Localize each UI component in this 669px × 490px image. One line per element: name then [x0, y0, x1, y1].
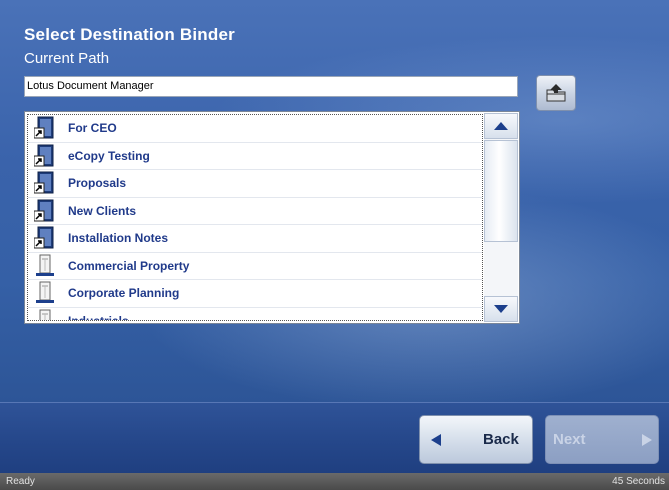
binder-shortcut-icon: [33, 171, 56, 195]
list-item-label: Corporate Planning: [68, 286, 180, 301]
list-item[interactable]: Installation Notes: [28, 225, 482, 253]
list-item-label: Installation Notes: [68, 231, 169, 246]
page-title: Select Destination Binder: [24, 25, 235, 44]
status-text: Ready: [6, 476, 35, 487]
binder-list[interactable]: For CEO eCopy Testing Proposals New Clients…: [24, 111, 520, 324]
scroll-thumb[interactable]: [484, 140, 518, 242]
folder-up-button[interactable]: [536, 75, 576, 111]
folder-up-icon: [546, 84, 566, 102]
list-item-label: eCopy Testing: [68, 148, 150, 163]
current-path-label: Current Path: [24, 50, 110, 67]
arrow-right-icon: [641, 433, 652, 446]
arrow-left-icon: [431, 433, 441, 446]
binder-icon: [34, 281, 56, 305]
list-item-label: Commercial Property: [68, 258, 190, 273]
list-item-label: Industrials: [68, 313, 129, 321]
list-item[interactable]: eCopy Testing: [28, 143, 482, 170]
binder-icon: [34, 254, 56, 278]
triangle-down-icon: [494, 305, 508, 313]
list-item[interactable]: For CEO: [28, 115, 482, 143]
list-item-label: Proposals: [68, 176, 127, 191]
triangle-up-icon: [494, 122, 508, 130]
status-bar: Ready 45 Seconds: [0, 473, 669, 490]
next-button[interactable]: Next: [545, 415, 659, 464]
binder-shortcut-icon: [33, 116, 56, 140]
binder-shortcut-icon: [33, 226, 56, 250]
binder-icon: [34, 309, 56, 320]
list-scrollbar[interactable]: [484, 113, 518, 322]
navigation-bar: Back Next: [0, 402, 669, 474]
binder-shortcut-icon: [33, 144, 56, 168]
scroll-up-button[interactable]: [484, 113, 518, 139]
back-label: Back: [483, 431, 519, 448]
next-label: Next: [553, 431, 586, 448]
binder-list-items: For CEO eCopy Testing Proposals New Clients…: [27, 114, 483, 321]
list-item[interactable]: New Clients: [28, 198, 482, 225]
list-item[interactable]: Proposals: [28, 170, 482, 198]
main-panel: Select Destination Binder Current Path L…: [0, 0, 669, 402]
back-button[interactable]: Back: [419, 415, 533, 464]
list-item[interactable]: Commercial Property: [28, 253, 482, 280]
list-item[interactable]: Industrials: [28, 308, 482, 321]
binder-shortcut-icon: [33, 199, 56, 223]
list-item-label: For CEO: [68, 121, 117, 136]
list-item-label: New Clients: [68, 203, 137, 218]
current-path-field[interactable]: Lotus Document Manager: [24, 76, 518, 97]
timeout-counter: 45 Seconds: [612, 476, 665, 487]
list-item[interactable]: Corporate Planning: [28, 280, 482, 308]
scroll-down-button[interactable]: [484, 296, 518, 322]
